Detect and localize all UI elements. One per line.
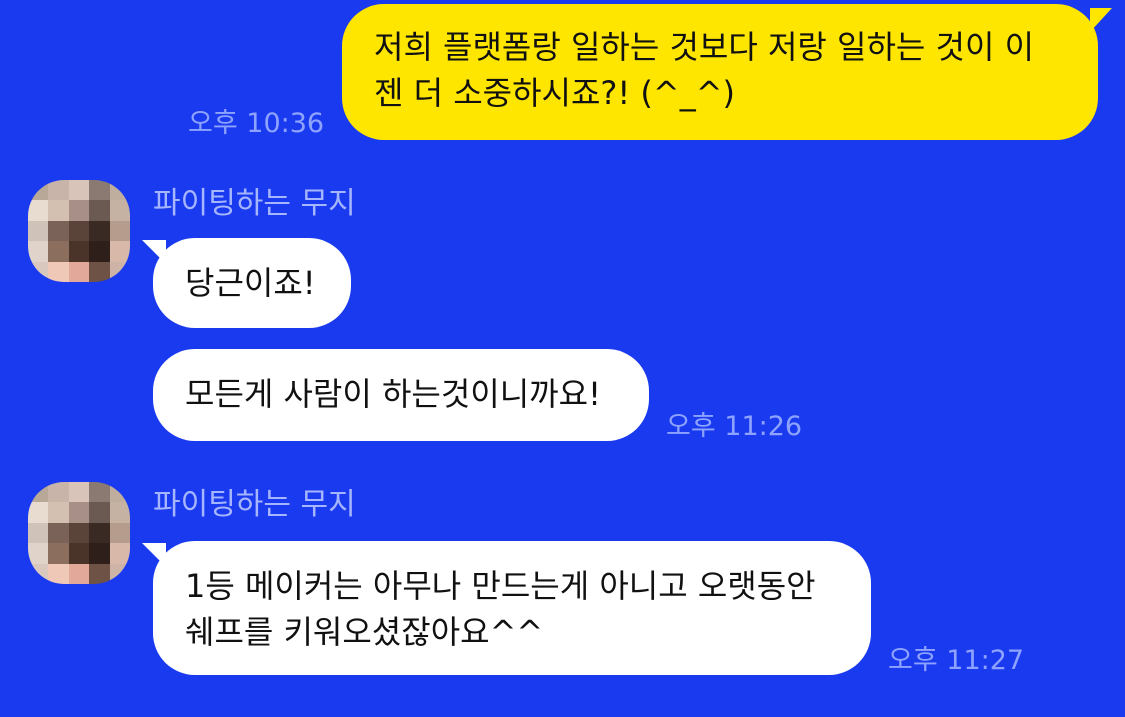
- message-timestamp: 오후 11:27: [888, 645, 1025, 676]
- message-timestamp: 오후 11:26: [666, 411, 803, 442]
- incoming-bubble-tail: [142, 240, 166, 264]
- chat-thread: 오후 10:36 저희 플랫폼랑 일하는 것보다 저랑 일하는 것이 이 젠 더…: [0, 0, 1125, 717]
- incoming-message-bubble[interactable]: 1등 메이커는 아무나 만드는게 아니고 오랫동안 쉐프를 키워오셨잖아요^^: [153, 541, 871, 675]
- incoming-bubble-tail: [142, 543, 166, 567]
- outgoing-message-bubble[interactable]: 저희 플랫폼랑 일하는 것보다 저랑 일하는 것이 이 젠 더 소중하시죠?! …: [342, 4, 1098, 140]
- pixelated-avatar-icon[interactable]: [28, 482, 130, 584]
- sender-name: 파이팅하는 무지: [153, 487, 356, 522]
- incoming-message-bubble[interactable]: 모든게 사람이 하는것이니까요!: [153, 349, 649, 441]
- incoming-message-bubble[interactable]: 당근이죠!: [153, 238, 351, 328]
- outgoing-bubble-tail: [1090, 8, 1112, 32]
- sender-name: 파이팅하는 무지: [153, 186, 356, 221]
- message-timestamp: 오후 10:36: [188, 108, 325, 139]
- pixelated-avatar-icon[interactable]: [28, 180, 130, 282]
